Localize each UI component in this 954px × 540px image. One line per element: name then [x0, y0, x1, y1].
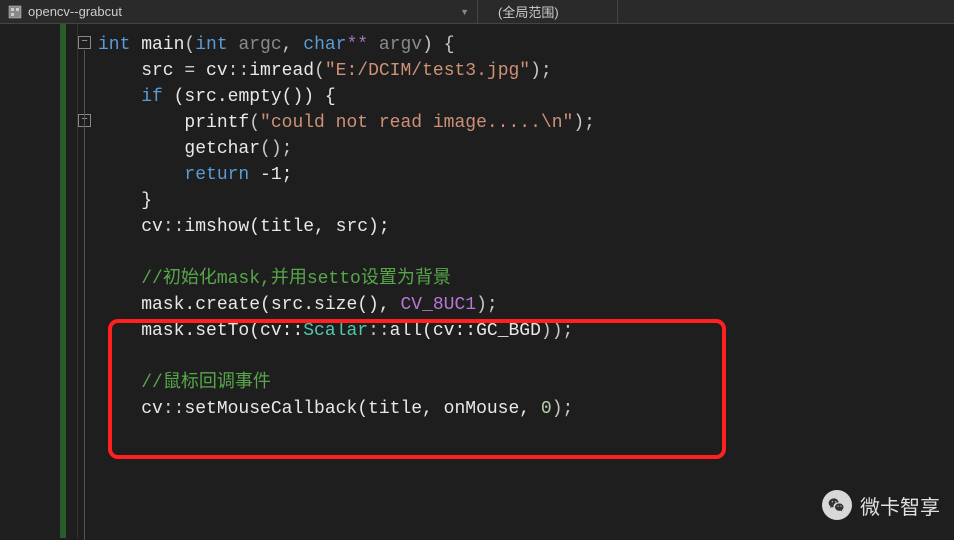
keyword: if — [141, 87, 163, 107]
punct: ( — [184, 35, 195, 55]
keyword: return — [184, 165, 249, 185]
scope: :: — [163, 217, 185, 237]
scope: :: — [368, 321, 390, 341]
punct: ); — [476, 295, 498, 315]
indent — [98, 373, 141, 393]
fn-name: main — [130, 35, 184, 55]
fn: getchar — [184, 139, 260, 159]
code-area[interactable]: int main(int argc, char** argv) { src = … — [78, 24, 595, 538]
code-editor[interactable]: − − int main(int argc, char** argv) { sr… — [0, 24, 954, 538]
const: GC_BGD — [476, 321, 541, 341]
comment: //鼠标回调事件 — [141, 373, 271, 393]
scope-label: (全局范围) — [498, 2, 559, 21]
project-icon — [8, 5, 22, 19]
comment: //初始化mask,并用setto设置为背景 — [141, 269, 451, 289]
punct: ( — [249, 113, 260, 133]
indent — [98, 165, 184, 185]
toolbar: opencv--grabcut ▼ (全局范围) — [0, 0, 954, 24]
ns: cv — [98, 217, 163, 237]
punct: ); — [530, 61, 552, 81]
punct: ( — [314, 61, 325, 81]
punct: (); — [260, 139, 292, 159]
text: mask. — [98, 295, 195, 315]
project-name: opencv--grabcut — [28, 4, 122, 19]
fn: all — [390, 321, 422, 341]
punct: ); — [573, 113, 595, 133]
indent — [98, 113, 184, 133]
number: 0 — [541, 399, 552, 419]
text: -1; — [249, 165, 292, 185]
text: (cv:: — [422, 321, 476, 341]
class: Scalar — [303, 321, 368, 341]
operator: = — [184, 61, 195, 81]
text: (src.size(), — [260, 295, 400, 315]
text: } — [98, 191, 152, 211]
text: (cv:: — [249, 321, 303, 341]
string: "could not read image.....\n" — [260, 113, 573, 133]
text: (title, src); — [249, 217, 389, 237]
indent — [98, 139, 184, 159]
operator: ** — [346, 35, 368, 55]
fn: create — [195, 295, 260, 315]
fn: imshow — [184, 217, 249, 237]
fn: setTo — [195, 321, 249, 341]
string: "E:/DCIM/test3.jpg" — [325, 61, 530, 81]
keyword: int — [195, 35, 227, 55]
punct: , — [282, 35, 304, 55]
scope: :: — [228, 61, 250, 81]
fn: printf — [184, 113, 249, 133]
keyword: int — [98, 35, 130, 55]
fn: imread — [249, 61, 314, 81]
indent — [98, 269, 141, 289]
wechat-icon — [822, 490, 852, 520]
ns: cv — [195, 61, 227, 81]
text: mask. — [98, 321, 195, 341]
keyword: char — [303, 35, 346, 55]
fold-guide — [84, 50, 85, 540]
macro: CV_8UC1 — [400, 295, 476, 315]
text: (src.empty()) { — [163, 87, 336, 107]
punct: ); — [552, 399, 574, 419]
project-selector[interactable]: opencv--grabcut ▼ — [0, 0, 478, 23]
scope: :: — [163, 399, 185, 419]
chevron-down-icon: ▼ — [460, 7, 469, 17]
indent — [98, 87, 141, 107]
gutter — [0, 24, 78, 538]
watermark: 微卡智享 — [822, 490, 940, 520]
text: (title, onMouse, — [357, 399, 541, 419]
text: src — [98, 61, 184, 81]
scope-selector[interactable]: (全局范围) — [478, 0, 618, 23]
ns: cv — [98, 399, 163, 419]
fn: setMouseCallback — [184, 399, 357, 419]
punct: ) { — [422, 35, 454, 55]
punct: )); — [541, 321, 573, 341]
watermark-text: 微卡智享 — [860, 491, 940, 520]
param: argv — [368, 35, 422, 55]
param: argc — [228, 35, 282, 55]
change-marker — [60, 24, 66, 538]
fold-toggle[interactable]: − — [78, 36, 91, 49]
